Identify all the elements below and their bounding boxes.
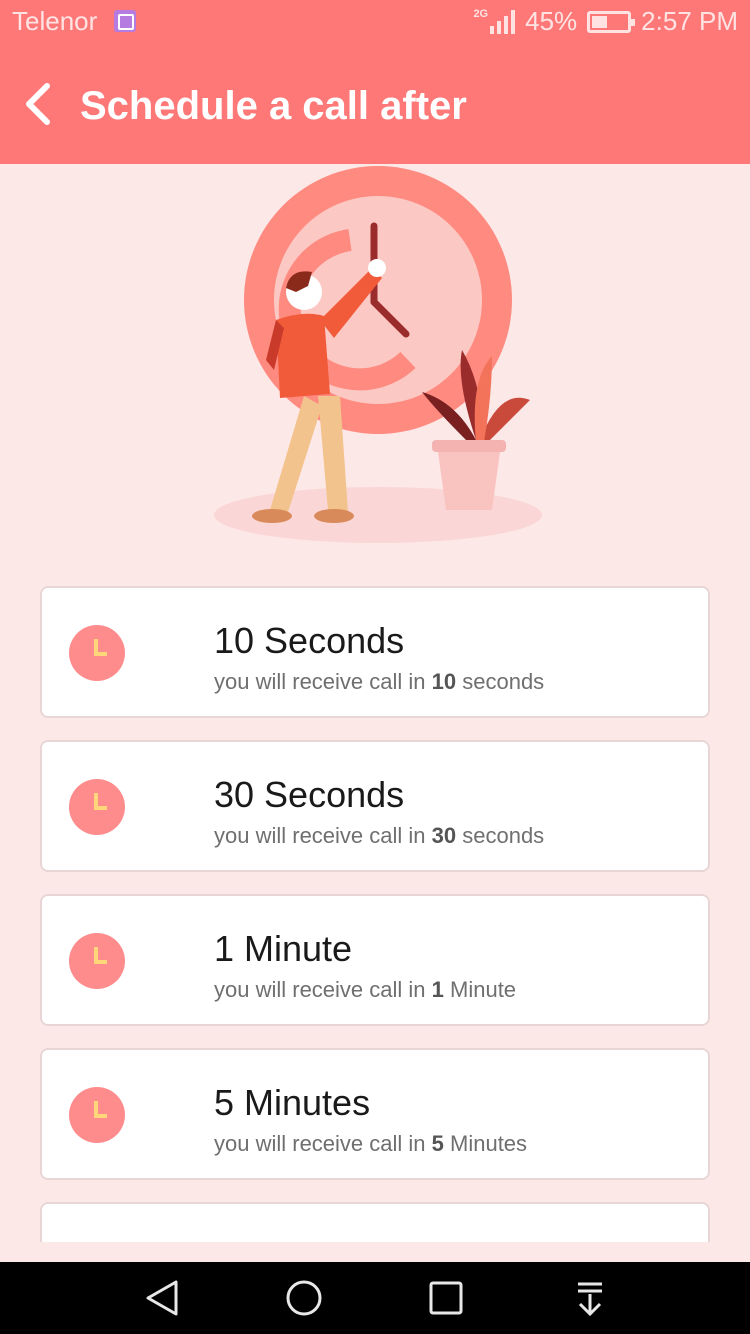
- network-type: 2G: [473, 7, 489, 20]
- option-5-minutes[interactable]: 5 Minutes you will receive call in 5 Min…: [40, 1048, 710, 1180]
- notifications-pull-icon: [578, 1282, 602, 1317]
- clock-time: 2:57 PM: [641, 6, 738, 36]
- option-subtitle: you will receive call in 30 seconds: [214, 823, 545, 848]
- schedule-options-list: 10 Seconds you will receive call in 10 s…: [40, 586, 710, 1242]
- app-bar: Schedule a call after: [0, 44, 750, 164]
- back-nav-icon: [146, 1280, 178, 1316]
- option-title: 10 Seconds: [214, 620, 405, 661]
- option-subtitle: you will receive call in 10 seconds: [214, 669, 545, 694]
- option-title: 1 Minute: [214, 928, 353, 969]
- clock-icon: [69, 933, 125, 989]
- recents-nav-button[interactable]: [422, 1276, 470, 1320]
- home-nav-icon: [286, 1280, 322, 1316]
- carrier-name: Telenor: [12, 6, 98, 36]
- status-bar: Telenor 2G 45% 2:57 PM: [0, 0, 750, 44]
- option-title: 30 Seconds: [214, 774, 405, 815]
- clock-icon: [69, 779, 125, 835]
- home-nav-button[interactable]: [280, 1276, 328, 1320]
- battery-percent: 45%: [525, 6, 578, 36]
- recents-nav-icon: [429, 1281, 463, 1315]
- signal-icon: [490, 9, 516, 34]
- option-1-minute[interactable]: 1 Minute you will receive call in 1 Minu…: [40, 894, 710, 1026]
- option-10-seconds[interactable]: 10 Seconds you will receive call in 10 s…: [40, 586, 710, 718]
- clock-illustration: [214, 166, 542, 543]
- battery-fill: [592, 15, 608, 28]
- back-nav-button[interactable]: [138, 1276, 186, 1320]
- option-subtitle: you will receive call in 1 Minute: [214, 977, 517, 1002]
- system-nav-bar: [0, 1262, 750, 1334]
- gallery-icon: [114, 10, 136, 32]
- battery-icon: [587, 10, 636, 33]
- page-title: Schedule a call after: [80, 84, 467, 128]
- chevron-left-icon: [26, 83, 50, 125]
- back-button[interactable]: [10, 72, 66, 136]
- option-card-partial[interactable]: [40, 1202, 710, 1242]
- clock-icon: [69, 625, 125, 681]
- notifications-pull-button[interactable]: [566, 1276, 614, 1320]
- option-title: 5 Minutes: [214, 1082, 371, 1123]
- option-subtitle: you will receive call in 5 Minutes: [214, 1131, 528, 1156]
- option-30-seconds[interactable]: 30 Seconds you will receive call in 30 s…: [40, 740, 710, 872]
- clock-icon: [69, 1087, 125, 1143]
